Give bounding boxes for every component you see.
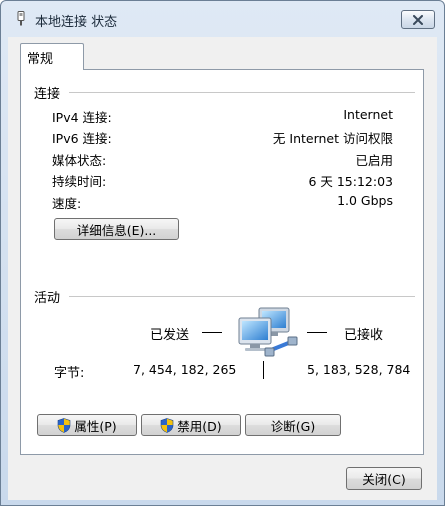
diagnose-button-label: 诊断(G): [270, 418, 316, 434]
network-adapter-icon: [17, 11, 25, 26]
network-computers-icon: [238, 307, 298, 357]
ipv4-label: IPv4 连接:: [52, 110, 112, 125]
properties-button[interactable]: 属性(P): [37, 414, 137, 436]
activity-group-title: 活动: [34, 291, 61, 306]
activity-group-divider: [69, 296, 415, 297]
tab-general[interactable]: 常规: [20, 43, 84, 70]
close-icon: [413, 14, 423, 25]
activity-separator: [263, 361, 264, 379]
connection-group-title: 连接: [34, 87, 61, 102]
disable-button-label: 禁用(D): [177, 418, 222, 434]
title-bar[interactable]: 本地连接 状态: [1, 1, 444, 37]
close-button-label: 关闭(C): [362, 472, 406, 487]
properties-button-label: 属性(P): [74, 418, 117, 434]
diagnose-button[interactable]: 诊断(G): [245, 414, 341, 436]
tab-label: 常规: [27, 51, 54, 67]
sent-label: 已发送: [150, 328, 190, 343]
sent-dash: [202, 332, 222, 333]
status-dialog: 本地连接 状态 常规 连接 IPv4 连接: Internet IPv6 连接:…: [0, 0, 445, 506]
uac-shield-icon: [160, 417, 174, 433]
received-label: 已接收: [344, 328, 384, 343]
window-title: 本地连接 状态: [35, 15, 118, 30]
details-button-label: 详细信息(E)...: [76, 222, 157, 238]
connection-group-divider: [69, 92, 415, 93]
bytes-sent-value: 7, 454, 182, 265: [133, 362, 237, 377]
media-state-value: 已启用: [355, 153, 393, 168]
duration-value: 6 天 15:12:03: [308, 174, 393, 189]
ipv6-label: IPv6 连接:: [52, 131, 112, 146]
bytes-label: 字节:: [54, 366, 85, 381]
ipv4-value: Internet: [343, 107, 393, 122]
speed-value: 1.0 Gbps: [337, 193, 393, 208]
close-button[interactable]: 关闭(C): [346, 467, 422, 490]
media-state-label: 媒体状态:: [52, 153, 107, 168]
window-close-button[interactable]: [401, 10, 435, 29]
ipv6-value: 无 Internet 访问权限: [272, 131, 393, 146]
dialog-client-area: 常规 连接 IPv4 连接: Internet IPv6 连接: 无 Inter…: [8, 37, 437, 500]
uac-shield-icon: [58, 417, 71, 433]
received-dash: [307, 332, 327, 333]
bytes-received-value: 5, 183, 528, 784: [307, 362, 411, 377]
details-button[interactable]: 详细信息(E)...: [54, 218, 179, 240]
duration-label: 持续时间:: [52, 174, 107, 189]
speed-label: 速度:: [52, 196, 82, 211]
disable-button[interactable]: 禁用(D): [141, 414, 241, 436]
tab-panel-general: 连接 IPv4 连接: Internet IPv6 连接: 无 Internet…: [20, 69, 424, 455]
